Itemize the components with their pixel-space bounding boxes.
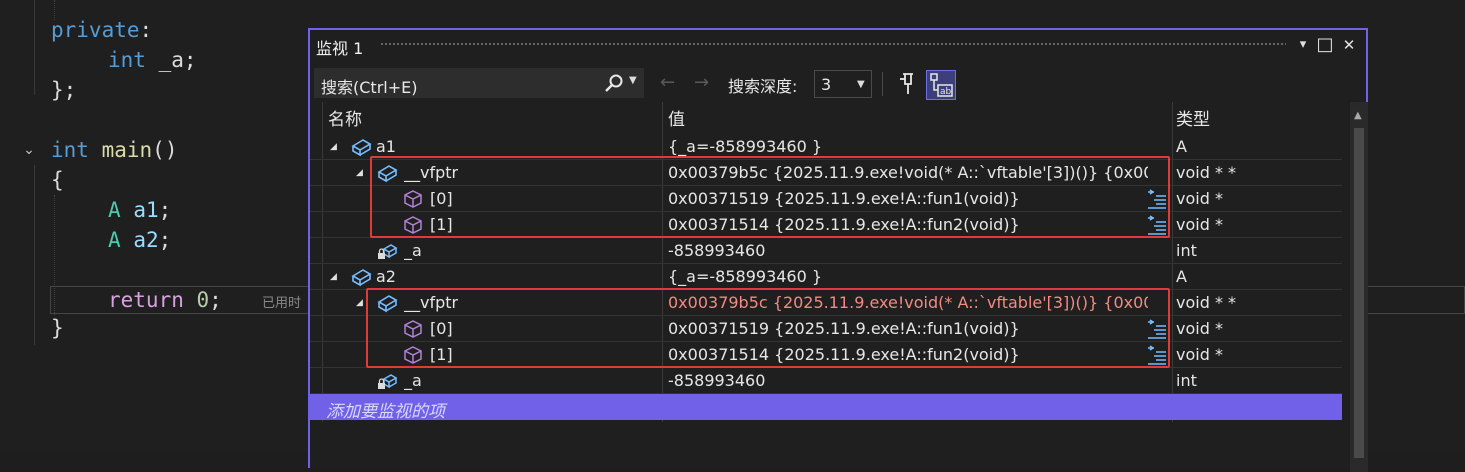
- chevron-down-icon: ▼: [857, 79, 865, 90]
- code-line-a2: A a2;: [108, 228, 172, 252]
- code-line-main: int main(): [51, 138, 178, 162]
- row-type: void *: [1176, 319, 1223, 338]
- view-as-text-button[interactable]: ab: [926, 70, 956, 100]
- string-visualizer-icon: ab: [930, 73, 953, 97]
- grid-header: 名称 值 类型: [310, 102, 1350, 130]
- watch-title: 监视 1: [316, 39, 364, 58]
- row-type: void *: [1176, 215, 1223, 234]
- table-row[interactable]: _a -858993460 int: [310, 368, 1342, 394]
- watch-toolbar: 搜索(Ctrl+E) ▼ ← → 搜索深度: 3 ▼ ab: [310, 66, 1366, 102]
- collapse-triangle-icon[interactable]: ◢: [356, 168, 363, 178]
- add-watch-item-row[interactable]: 添加要监视的项: [310, 394, 1342, 422]
- scrollbar-thumb[interactable]: [1354, 128, 1364, 458]
- bracket-guide: [34, 165, 35, 345]
- column-header-name[interactable]: 名称: [328, 105, 362, 130]
- row-type: void * *: [1176, 293, 1237, 312]
- ab-icon-label: ab: [940, 87, 952, 97]
- row-value[interactable]: -858993460: [668, 371, 1148, 390]
- row-name: _a: [404, 241, 422, 260]
- add-watch-item-placeholder: 添加要监视的项: [326, 402, 445, 422]
- search-back-icon[interactable]: ←: [660, 72, 675, 93]
- row-value[interactable]: -858993460: [668, 241, 1148, 260]
- watch-titlebar[interactable]: 监视 1 ▾ □ ✕: [310, 30, 1366, 60]
- search-depth-select[interactable]: 3 ▼: [814, 70, 872, 98]
- row-value[interactable]: {_a=-858993460 }: [668, 137, 1148, 156]
- search-depth-value: 3: [821, 75, 832, 94]
- collapse-triangle-icon[interactable]: ◢: [356, 298, 363, 308]
- bracket-guide: [34, 0, 35, 95]
- row-type: int: [1176, 371, 1197, 390]
- code-line-a1: A a1;: [108, 198, 172, 222]
- table-row[interactable]: _a -858993460 int: [310, 238, 1342, 264]
- code-line-private: private:: [51, 18, 153, 42]
- collapse-triangle-icon[interactable]: ◢: [330, 272, 337, 282]
- row-name: a1: [376, 137, 396, 156]
- row-type: void *: [1176, 189, 1223, 208]
- search-icon[interactable]: [603, 73, 625, 95]
- object-icon: [351, 139, 372, 157]
- row-type: void *: [1176, 345, 1223, 364]
- row-type: int: [1176, 241, 1197, 260]
- search-forward-icon[interactable]: →: [694, 72, 709, 93]
- drag-grip[interactable]: [380, 42, 1286, 47]
- code-line-member: int _a;: [108, 48, 197, 72]
- private-field-icon: [378, 374, 398, 389]
- pin-icon[interactable]: [894, 70, 920, 98]
- close-icon[interactable]: ✕: [1338, 33, 1360, 57]
- toolbar-divider: [882, 72, 883, 96]
- highlight-box-a2-vfptr: [366, 288, 1170, 368]
- maximize-icon[interactable]: □: [1314, 33, 1336, 57]
- fold-chevron-icon[interactable]: ⌄: [20, 135, 38, 165]
- collapse-triangle-icon[interactable]: ◢: [330, 142, 337, 152]
- watch-window[interactable]: 监视 1 ▾ □ ✕ 搜索(Ctrl+E) ▼ ← → 搜索深度: 3 ▼ ab…: [308, 28, 1368, 472]
- code-line-close-brace: }: [51, 316, 64, 340]
- highlight-box-a1-vfptr: [370, 156, 1170, 238]
- code-line-open-brace: {: [51, 168, 64, 192]
- column-header-value[interactable]: 值: [668, 105, 685, 130]
- vertical-scrollbar[interactable]: ▲: [1350, 102, 1368, 472]
- row-type: void * *: [1176, 163, 1237, 182]
- code-line-class-close: };: [51, 78, 77, 102]
- search-input[interactable]: 搜索(Ctrl+E) ▼: [314, 68, 644, 98]
- object-icon: [351, 269, 372, 287]
- search-depth-label: 搜索深度:: [728, 77, 798, 96]
- code-line-return: return 0;: [108, 288, 222, 312]
- column-header-type[interactable]: 类型: [1176, 105, 1210, 130]
- search-placeholder: 搜索(Ctrl+E): [321, 78, 418, 97]
- row-type: A: [1176, 137, 1187, 156]
- row-value[interactable]: {_a=-858993460 }: [668, 267, 1148, 286]
- scroll-up-icon[interactable]: ▲: [1354, 110, 1362, 121]
- search-options-chevron-down-icon[interactable]: ▼: [629, 75, 637, 86]
- elapsed-time-hint: 已用时: [262, 296, 302, 311]
- window-position-dropdown-icon[interactable]: ▾: [1292, 33, 1314, 57]
- row-name: a2: [376, 267, 396, 286]
- row-type: A: [1176, 267, 1187, 286]
- private-field-icon: [378, 244, 398, 259]
- table-row[interactable]: ◢ a2 {_a=-858993460 } A: [310, 264, 1342, 290]
- row-name: _a: [404, 371, 422, 390]
